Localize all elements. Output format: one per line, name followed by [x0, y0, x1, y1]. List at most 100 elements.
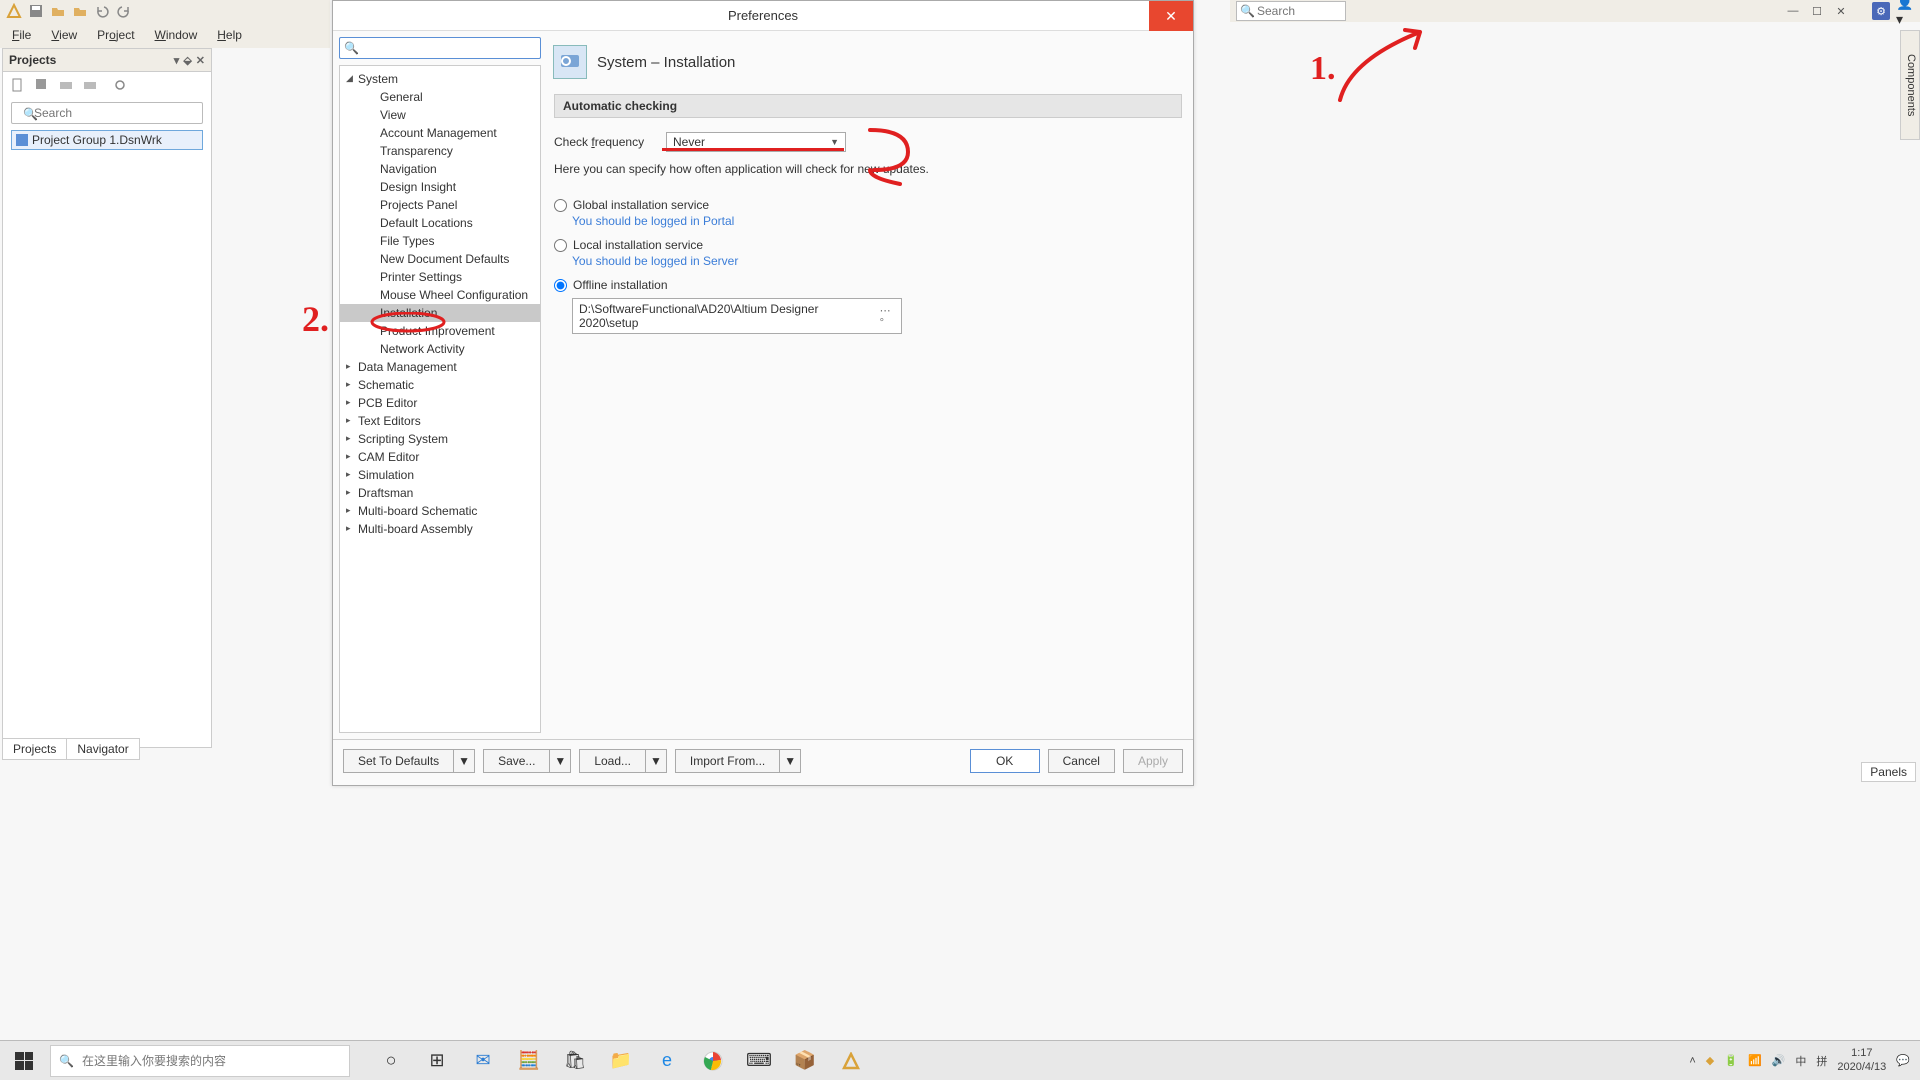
- tree-transparency[interactable]: Transparency: [340, 142, 540, 160]
- panel-pin-icon[interactable]: ⬙: [183, 54, 191, 67]
- edge-app-icon[interactable]: e: [644, 1041, 690, 1080]
- user-icon[interactable]: 👤▾: [1896, 2, 1914, 20]
- prefs-tree-search[interactable]: [339, 37, 541, 59]
- redo-icon[interactable]: [116, 3, 132, 19]
- radio-local[interactable]: [554, 239, 567, 252]
- maximize-icon[interactable]: ☐: [1808, 4, 1826, 18]
- open2-icon[interactable]: [72, 3, 88, 19]
- tree-account-management[interactable]: Account Management: [340, 124, 540, 142]
- tree-data-management[interactable]: ▸Data Management: [340, 358, 540, 376]
- tree-network-activity[interactable]: Network Activity: [340, 340, 540, 358]
- tree-scripting[interactable]: ▸Scripting System: [340, 430, 540, 448]
- tree-schematic[interactable]: ▸Schematic: [340, 376, 540, 394]
- chrome-app-icon[interactable]: [690, 1041, 736, 1080]
- set-defaults-button[interactable]: Set To Defaults: [343, 749, 454, 773]
- link-portal[interactable]: You should be logged in Portal: [572, 214, 1182, 228]
- menu-view[interactable]: View: [43, 24, 85, 46]
- explorer-app-icon[interactable]: 📁: [598, 1041, 644, 1080]
- tree-view[interactable]: View: [340, 106, 540, 124]
- check-frequency-combo[interactable]: Never ▼: [666, 132, 846, 152]
- menu-project[interactable]: Project: [89, 24, 142, 46]
- project-group-item[interactable]: Project Group 1.DsnWrk: [11, 130, 203, 150]
- altium-app-icon[interactable]: [828, 1041, 874, 1080]
- panel-dropdown-icon[interactable]: ▾: [174, 54, 180, 67]
- tree-printer-settings[interactable]: Printer Settings: [340, 268, 540, 286]
- save-all-icon[interactable]: [35, 78, 49, 92]
- set-defaults-dropdown[interactable]: ▼: [454, 749, 475, 773]
- calculator-app-icon[interactable]: 🧮: [506, 1041, 552, 1080]
- save-dropdown[interactable]: ▼: [550, 749, 571, 773]
- gear-small-icon[interactable]: [113, 78, 127, 92]
- tree-design-insight[interactable]: Design Insight: [340, 178, 540, 196]
- compile-icon[interactable]: [59, 78, 73, 92]
- tree-default-locations[interactable]: Default Locations: [340, 214, 540, 232]
- save-icon[interactable]: [28, 3, 44, 19]
- load-dropdown[interactable]: ▼: [646, 749, 667, 773]
- menu-help[interactable]: Help: [209, 24, 250, 46]
- ime-mode-indicator[interactable]: 拼: [1816, 1053, 1827, 1069]
- new-doc-icon[interactable]: [11, 78, 25, 92]
- store-app-icon[interactable]: 🛍: [552, 1041, 598, 1080]
- taskbar-search[interactable]: 🔍 在这里输入你要搜索的内容: [50, 1045, 350, 1077]
- offline-path-input[interactable]: D:\SoftwareFunctional\AD20\Altium Design…: [572, 298, 902, 334]
- tree-new-document-defaults[interactable]: New Document Defaults: [340, 250, 540, 268]
- tray-chevron-icon[interactable]: ˄: [1689, 1055, 1695, 1067]
- close-icon[interactable]: ✕: [1832, 4, 1850, 18]
- content-heading-text: System – Installation: [597, 54, 735, 71]
- panels-button[interactable]: Panels: [1861, 762, 1916, 782]
- tree-multiboard-asm[interactable]: ▸Multi-board Assembly: [340, 520, 540, 538]
- link-server[interactable]: You should be logged in Server: [572, 254, 1182, 268]
- tree-file-types[interactable]: File Types: [340, 232, 540, 250]
- minimize-icon[interactable]: —: [1784, 4, 1802, 18]
- tree-simulation[interactable]: ▸Simulation: [340, 466, 540, 484]
- tree-system[interactable]: ◢System: [340, 70, 540, 88]
- menu-file[interactable]: FFileile: [4, 24, 39, 46]
- browse-icon[interactable]: ⋯°: [880, 304, 895, 329]
- load-button[interactable]: Load...: [579, 749, 646, 773]
- tree-draftsman[interactable]: ▸Draftsman: [340, 484, 540, 502]
- import-dropdown[interactable]: ▼: [780, 749, 801, 773]
- undo-icon[interactable]: [94, 3, 110, 19]
- preferences-close-button[interactable]: ✕: [1149, 1, 1193, 31]
- ok-button[interactable]: OK: [970, 749, 1040, 773]
- screenkeyboard-app-icon[interactable]: ⌨: [736, 1041, 782, 1080]
- prefs-tree[interactable]: ◢System General View Account Management …: [339, 65, 541, 733]
- tree-installation[interactable]: Installation: [340, 304, 540, 322]
- apply-button[interactable]: Apply: [1123, 749, 1183, 773]
- volume-icon[interactable]: 🔊: [1772, 1054, 1786, 1067]
- battery-icon[interactable]: 🔋: [1724, 1054, 1738, 1067]
- cancel-button[interactable]: Cancel: [1048, 749, 1115, 773]
- tab-navigator[interactable]: Navigator: [66, 738, 139, 760]
- cortana-icon[interactable]: ○: [368, 1041, 414, 1080]
- tree-cam-editor[interactable]: ▸CAM Editor: [340, 448, 540, 466]
- tree-general[interactable]: General: [340, 88, 540, 106]
- unknown-app-icon[interactable]: 📦: [782, 1041, 828, 1080]
- tree-navigation[interactable]: Navigation: [340, 160, 540, 178]
- tab-projects[interactable]: Projects: [2, 738, 67, 760]
- tree-icon[interactable]: [83, 78, 97, 92]
- tree-text-editors[interactable]: ▸Text Editors: [340, 412, 540, 430]
- projects-search-input[interactable]: [11, 102, 203, 124]
- tree-pcb-editor[interactable]: ▸PCB Editor: [340, 394, 540, 412]
- radio-offline[interactable]: [554, 279, 567, 292]
- clock[interactable]: 1:17 2020/4/13: [1837, 1047, 1886, 1073]
- tray-app-icon[interactable]: ◆: [1706, 1054, 1714, 1067]
- start-button[interactable]: [0, 1041, 48, 1080]
- save-button[interactable]: Save...: [483, 749, 550, 773]
- import-button[interactable]: Import From...: [675, 749, 780, 773]
- gear-icon[interactable]: ⚙: [1872, 2, 1890, 20]
- tree-mouse-wheel[interactable]: Mouse Wheel Configuration: [340, 286, 540, 304]
- ime-indicator[interactable]: 中: [1795, 1053, 1806, 1069]
- tree-multiboard-sch[interactable]: ▸Multi-board Schematic: [340, 502, 540, 520]
- wifi-icon[interactable]: 📶: [1748, 1054, 1762, 1067]
- open-icon[interactable]: [50, 3, 66, 19]
- radio-global[interactable]: [554, 199, 567, 212]
- mail-app-icon[interactable]: ✉: [460, 1041, 506, 1080]
- notifications-icon[interactable]: 💬: [1896, 1054, 1910, 1067]
- tree-product-improvement[interactable]: Product Improvement: [340, 322, 540, 340]
- taskview-icon[interactable]: ⊞: [414, 1041, 460, 1080]
- tree-projects-panel[interactable]: Projects Panel: [340, 196, 540, 214]
- menu-window[interactable]: Window: [147, 24, 206, 46]
- components-rail[interactable]: Components: [1900, 30, 1920, 140]
- panel-close-icon[interactable]: ✕: [196, 54, 205, 67]
